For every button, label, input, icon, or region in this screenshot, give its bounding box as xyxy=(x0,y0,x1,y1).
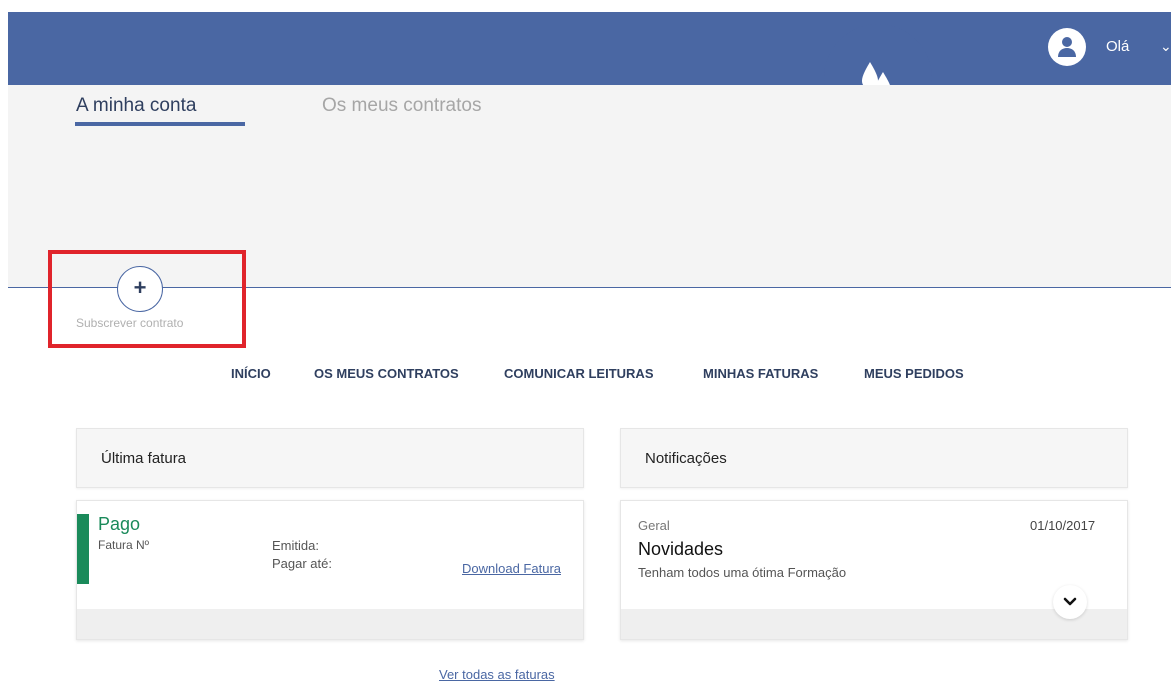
notification-card: Geral 01/10/2017 Novidades Tenham todos … xyxy=(620,500,1128,640)
chevron-down-icon xyxy=(1063,597,1077,606)
user-icon xyxy=(1058,37,1076,57)
chevron-down-icon[interactable]: ⌄ xyxy=(1160,38,1171,55)
nav-item-inicio[interactable]: INÍCIO xyxy=(231,366,271,381)
last-invoice-header: Última fatura xyxy=(76,428,584,488)
status-indicator xyxy=(77,514,89,584)
expand-notification-button[interactable] xyxy=(1053,585,1087,619)
notifications-title: Notificações xyxy=(645,450,727,467)
card-footer xyxy=(77,609,583,639)
subscribe-contract-label[interactable]: Subscrever contrato xyxy=(76,316,183,330)
nav-item-requests[interactable]: MEUS PEDIDOS xyxy=(864,366,964,381)
view-all-invoices-link[interactable]: Ver todas as faturas xyxy=(439,667,555,682)
top-bar xyxy=(8,12,1171,85)
nav-item-readings[interactable]: COMUNICAR LEITURAS xyxy=(504,366,654,381)
nav-item-invoices[interactable]: MINHAS FATURAS xyxy=(703,366,818,381)
user-greeting[interactable]: Olá xyxy=(1106,38,1129,55)
add-contract-button[interactable]: + xyxy=(117,266,163,312)
invoice-number-label: Fatura Nº xyxy=(98,538,150,552)
active-tab-indicator xyxy=(75,122,245,126)
last-invoice-card: Pago Fatura Nº Emitida: Pagar até: Downl… xyxy=(76,500,584,640)
notification-headline: Novidades xyxy=(638,539,724,559)
card-footer xyxy=(621,609,1127,639)
download-invoice-link[interactable]: Download Fatura xyxy=(462,561,561,576)
notification-date: 01/10/2017 xyxy=(1030,518,1096,533)
notification-message: Tenham todos uma ótima Formação xyxy=(638,565,847,580)
avatar[interactable] xyxy=(1048,28,1086,66)
issued-label: Emitida: xyxy=(272,538,319,553)
nav-item-contracts[interactable]: OS MEUS CONTRATOS xyxy=(314,366,459,381)
last-invoice-title: Última fatura xyxy=(101,450,187,467)
invoice-status: Pago xyxy=(98,514,141,534)
tab-my-contracts[interactable]: Os meus contratos xyxy=(322,95,481,117)
due-date-label: Pagar até: xyxy=(272,556,332,571)
tab-my-account[interactable]: A minha conta xyxy=(76,95,196,117)
notification-category: Geral xyxy=(638,518,670,533)
notifications-header: Notificações xyxy=(620,428,1128,488)
